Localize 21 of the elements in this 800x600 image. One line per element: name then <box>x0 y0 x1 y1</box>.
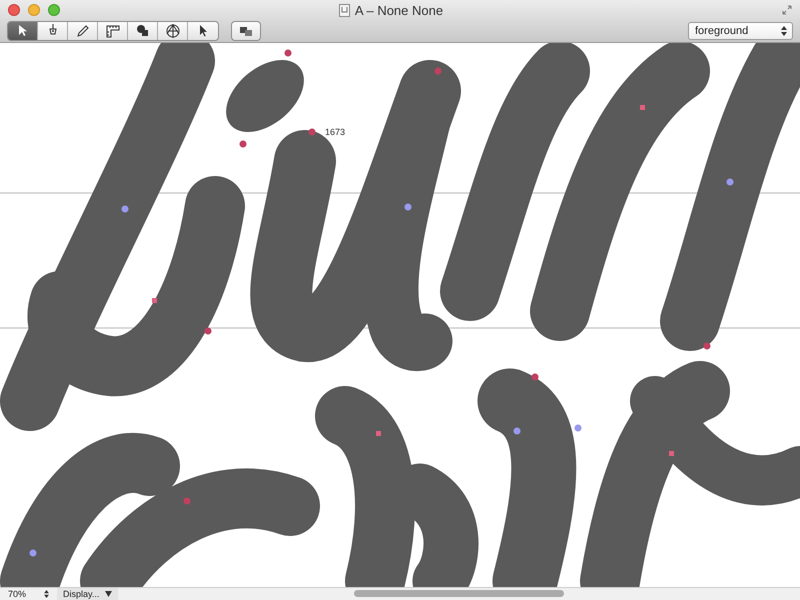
zoom-button[interactable] <box>48 4 60 16</box>
glyph-canvas[interactable]: 1673 <box>0 43 800 587</box>
scrollbar-thumb[interactable] <box>354 590 564 597</box>
compass-circle-icon <box>164 23 180 39</box>
layers-button[interactable] <box>231 21 261 41</box>
tool-button[interactable] <box>8 22 38 40</box>
zoom-dropdown[interactable]: 70% <box>0 588 58 600</box>
node-label: 1673 <box>324 127 346 137</box>
window-title: A – None None <box>354 2 444 18</box>
layer-dropdown[interactable]: foreground <box>688 22 793 40</box>
overlap-icon <box>239 26 253 36</box>
caret-icon <box>105 591 112 597</box>
fullscreen-icon[interactable] <box>782 5 792 15</box>
display-dropdown[interactable]: Display... <box>57 588 118 600</box>
stepper-icon <box>781 26 787 36</box>
stepper-icon <box>44 590 50 598</box>
shapes-icon <box>134 23 150 39</box>
pencil-icon <box>74 23 90 39</box>
document-icon <box>338 4 350 16</box>
ruler-icon <box>104 23 120 39</box>
close-button[interactable] <box>8 4 20 16</box>
